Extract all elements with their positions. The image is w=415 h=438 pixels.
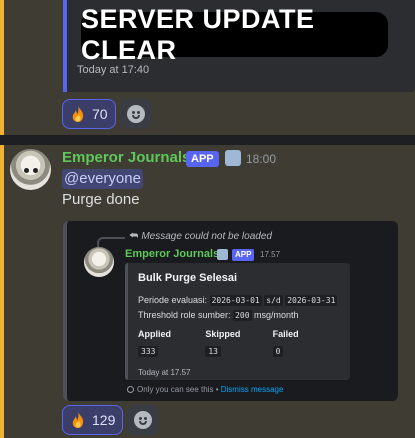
- period-label: Periode evaluasi:: [138, 295, 208, 305]
- add-reaction-button[interactable]: [119, 99, 152, 129]
- threshold-unit: msg/month: [254, 310, 299, 320]
- card-title: Bulk Purge Selesai: [138, 272, 238, 284]
- previous-message-embed: SERVER UPDATE CLEAR Today at 17:40: [63, 0, 415, 92]
- screenshot-content: ⮪ Message could not be loaded Emperor Jou…: [67, 221, 398, 401]
- threshold-line: Threshold role sumber: 200 msg/month: [138, 308, 340, 323]
- field-value: 0: [272, 346, 284, 357]
- banner-text: SERVER UPDATE CLEAR: [81, 3, 315, 65]
- smiley-icon: [126, 105, 145, 123]
- embed-timestamp: Today at 17:40: [77, 64, 150, 76]
- reaction-count: 70: [92, 106, 108, 122]
- attached-screenshot[interactable]: ⮪ Message could not be loaded Emperor Jou…: [63, 221, 398, 401]
- message-author[interactable]: Emperor Journals: [62, 149, 190, 166]
- result-fields: Applied 333 Skipped 13 Failed 0: [138, 329, 340, 359]
- avatar[interactable]: [10, 149, 51, 190]
- mention-indicator-bar: [0, 145, 4, 438]
- screenshot-role-emoji-icon: [217, 249, 228, 260]
- message-timestamp: 18:00: [246, 152, 277, 166]
- dismiss-message-link: Dismiss message: [220, 385, 284, 394]
- app-badge: APP: [186, 151, 219, 167]
- field-label: Applied: [138, 329, 171, 339]
- field-applied: Applied 333: [138, 329, 205, 359]
- avatar-eye: [24, 168, 29, 173]
- threshold-value: 200: [233, 310, 252, 321]
- screenshot-author: Emperor Journals: [125, 248, 220, 260]
- reaction-count: 129: [92, 412, 116, 428]
- threshold-label: Threshold role sumber:: [138, 310, 231, 320]
- mention-indicator-bar: [0, 0, 4, 135]
- fire-icon: [72, 412, 84, 428]
- field-label: Skipped: [205, 329, 241, 339]
- screenshot-avatar: [84, 247, 114, 277]
- field-failed: Failed 0: [272, 329, 340, 359]
- purge-result-card: Bulk Purge Selesai Periode evaluasi: 202…: [125, 263, 350, 380]
- avatar-eye: [33, 168, 38, 173]
- previous-message-reactions: 70: [62, 99, 152, 129]
- screenshot-app-badge: APP: [232, 249, 255, 261]
- screenshot-timestamp: 17.57: [260, 250, 281, 259]
- message-divider: [0, 135, 415, 145]
- role-emoji-icon: [225, 150, 241, 166]
- period-end: 2026-03-31: [285, 295, 338, 306]
- server-update-banner: SERVER UPDATE CLEAR: [81, 4, 388, 65]
- field-value: 333: [138, 346, 159, 357]
- ephemeral-text: Only you can see this •: [137, 385, 219, 394]
- fire-icon: [72, 106, 84, 122]
- smiley-icon: [134, 411, 153, 429]
- everyone-mention[interactable]: @everyone: [62, 169, 143, 189]
- ephemeral-notice: Only you can see this • Dismiss message: [127, 385, 283, 394]
- period-start: 2026-03-01: [209, 295, 262, 306]
- card-timestamp: Today at 17.57: [138, 368, 191, 377]
- fire-reaction-button[interactable]: 129: [62, 405, 124, 435]
- eye-icon: [127, 386, 134, 393]
- field-label: Failed: [272, 329, 299, 339]
- field-value: 13: [205, 346, 221, 357]
- period-line: Periode evaluasi: 2026-03-01 s/d 2026-03…: [138, 293, 340, 308]
- add-reaction-button[interactable]: [127, 405, 160, 435]
- reply-notice: ⮪ Message could not be loaded: [129, 231, 272, 242]
- reply-notice-text: Message could not be loaded: [141, 231, 272, 242]
- field-skipped: Skipped 13: [205, 329, 272, 359]
- period-separator: s/d: [264, 295, 283, 306]
- message-text: Purge done: [62, 191, 140, 208]
- message-reactions: 129: [62, 405, 160, 435]
- fire-reaction-button[interactable]: 70: [62, 99, 116, 129]
- reply-arrow-icon: ⮪: [129, 231, 139, 242]
